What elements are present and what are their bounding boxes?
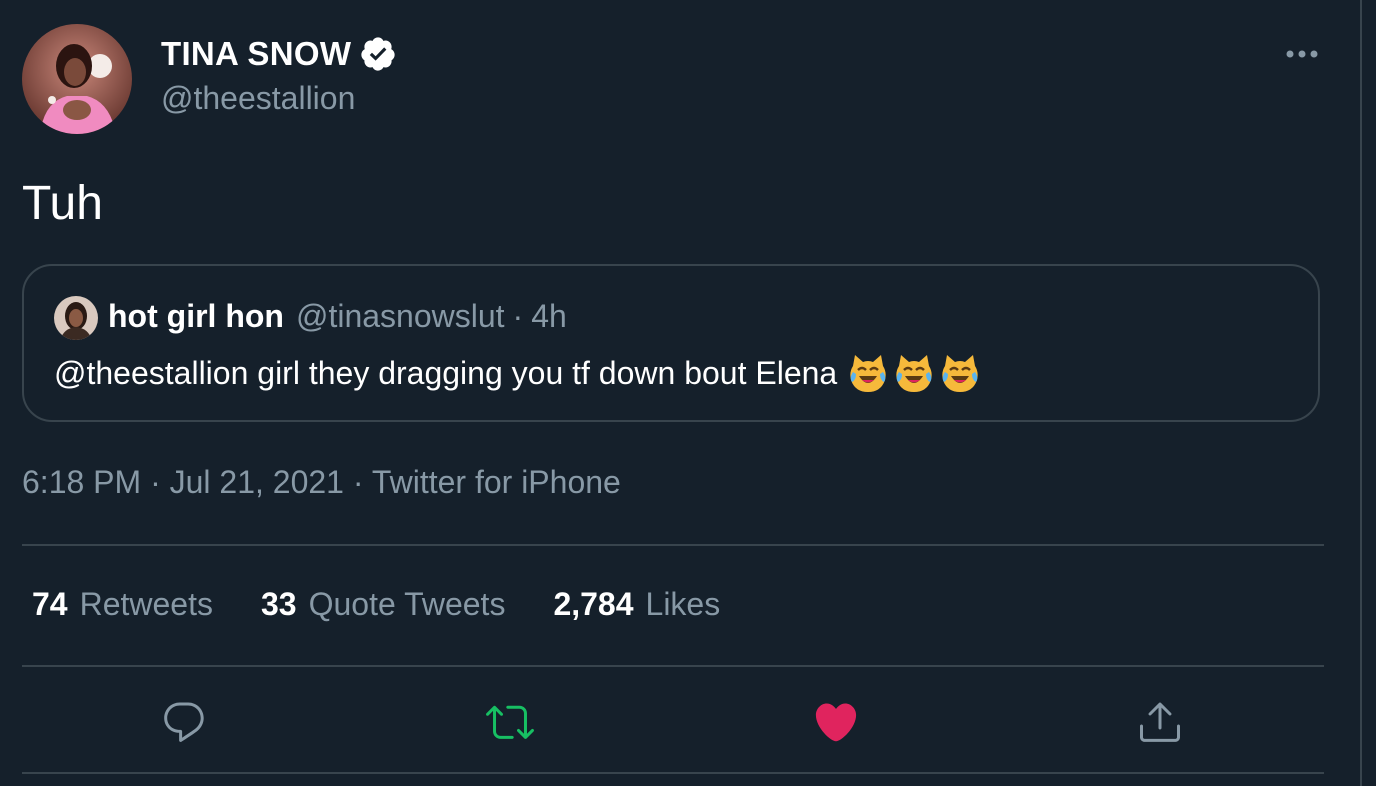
column-border [1360,0,1362,786]
quoted-tweet-author-handle: @tinasnowslut [295,298,505,334]
tweet-meta: 6:18 PM · Jul 21, 2021 · Twitter for iPh… [22,464,621,501]
likes-count: 2,784 [553,586,634,622]
meta-separator: · [343,464,372,500]
likes-label: Likes [645,586,721,622]
reply-button[interactable] [160,698,208,746]
tweet-text: Tuh [22,177,103,230]
like-button[interactable] [812,698,860,746]
quoted-tweet-time: 4h [531,298,567,334]
tweet-stats: 74 Retweets 33 Quote Tweets 2,784 Likes [32,586,720,623]
quoted-tweet-card[interactable]: hot girl hon @tinasnowslut · 4h @theesta… [22,264,1320,422]
quote-tweets-stat[interactable]: 33 Quote Tweets [261,586,505,623]
quoted-tweet-separator: · [512,298,524,334]
retweets-count: 74 [32,586,68,622]
author-name[interactable]: TINA SNOW [161,35,351,73]
tweet-detail-page: TINA SNOW @theestallion Tuh hot girl hon… [0,0,1376,786]
cat-tears-of-joy-icon [939,352,981,394]
quote-tweets-label: Quote Tweets [308,586,506,622]
divider [22,544,1324,546]
quoted-tweet-body: @theestallion girl they dragging you tf … [54,352,981,394]
share-icon [1140,702,1180,742]
divider [22,665,1324,667]
meta-separator: · [141,464,170,500]
more-options-icon[interactable] [1282,42,1322,66]
retweet-button[interactable] [486,698,534,746]
likes-stat[interactable]: 2,784 Likes [553,586,720,623]
cat-tears-of-joy-icon [847,352,889,394]
verified-badge-icon [359,35,397,73]
author-avatar[interactable] [22,24,132,134]
author-name-row[interactable]: TINA SNOW [161,34,397,74]
quoted-tweet-text: @theestallion girl they dragging you tf … [54,354,838,391]
reply-icon [164,702,204,742]
retweet-icon [486,705,534,739]
quoted-tweet-header: hot girl hon @tinasnowslut · 4h [108,298,567,335]
tweet-date[interactable]: Jul 21, 2021 [170,464,344,500]
author-handle[interactable]: @theestallion [161,80,355,117]
quoted-tweet-author-name: hot girl hon [108,298,284,334]
tweet-time[interactable]: 6:18 PM [22,464,141,500]
retweets-stat[interactable]: 74 Retweets [32,586,213,623]
divider [22,772,1324,774]
quote-tweets-count: 33 [260,586,297,622]
cat-tears-of-joy-icon [893,352,935,394]
share-button[interactable] [1136,698,1184,746]
quoted-tweet-avatar [54,296,98,340]
tweet-source[interactable]: Twitter for iPhone [372,464,621,500]
emoji-row [847,352,981,394]
like-icon [815,703,857,742]
retweets-label: Retweets [79,586,213,622]
